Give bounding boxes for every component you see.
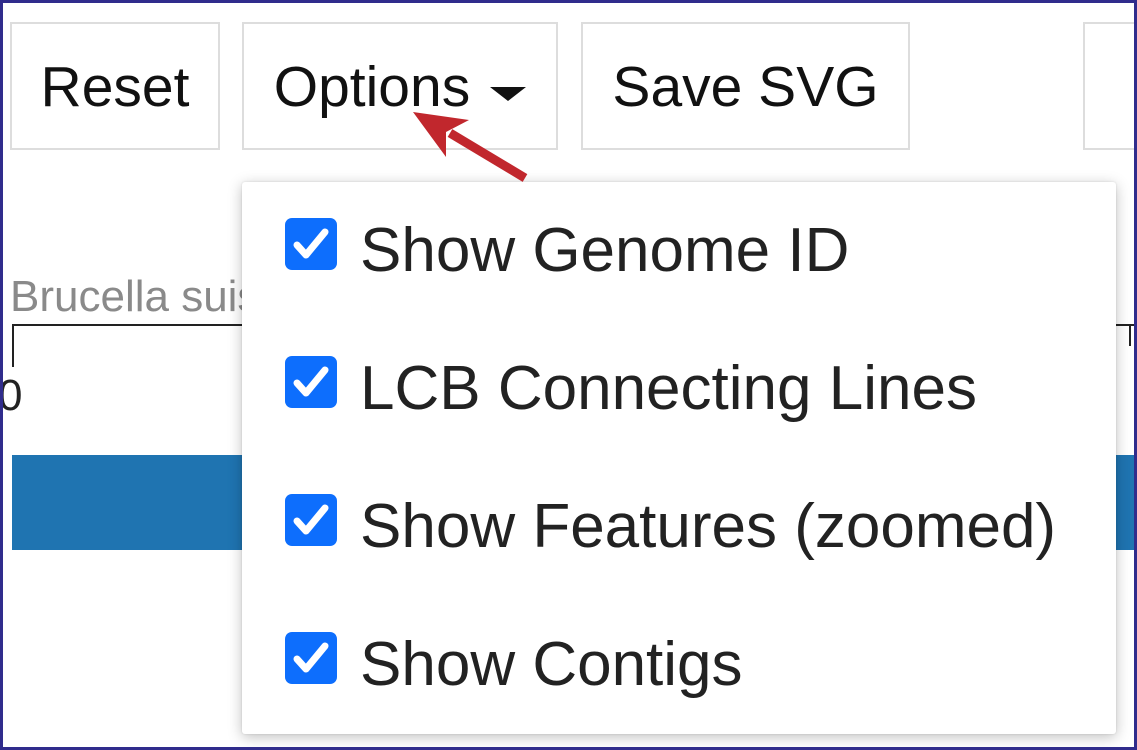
save-svg-button-label: Save SVG	[612, 54, 879, 119]
show-features-zoomed-checkbox[interactable]	[285, 494, 337, 546]
genome-label: Brucella suis	[10, 272, 260, 321]
reset-button[interactable]: Reset	[10, 22, 220, 150]
menu-item-label: Show Features (zoomed)	[360, 492, 1057, 561]
axis-tick-label-wrapper: 0	[0, 374, 30, 422]
menu-item-show-contigs[interactable]: Show Contigs	[242, 596, 1116, 734]
axis-tick	[1129, 324, 1131, 346]
options-dropdown-menu: Show Genome ID LCB Connecting Lines Show…	[242, 182, 1116, 734]
lcb-connecting-lines-checkbox[interactable]	[285, 356, 337, 408]
options-button-label: Options	[273, 54, 471, 119]
save-svg-button[interactable]: Save SVG	[581, 22, 910, 150]
menu-item-label: Show Contigs	[360, 630, 743, 699]
menu-item-show-features-zoomed[interactable]: Show Features (zoomed)	[242, 458, 1116, 596]
options-dropdown-button[interactable]: Options	[242, 22, 558, 150]
axis-tick	[12, 324, 14, 367]
menu-item-show-genome-id[interactable]: Show Genome ID	[242, 182, 1116, 320]
menu-item-label: Show Genome ID	[360, 216, 850, 285]
axis-tick-label: 0	[0, 374, 23, 420]
checkmark-icon	[293, 642, 329, 673]
reset-button-label: Reset	[40, 54, 190, 119]
show-genome-id-checkbox[interactable]	[285, 218, 337, 270]
checkmark-icon	[293, 504, 329, 535]
caret-down-icon	[490, 87, 527, 101]
menu-item-lcb-connecting-lines[interactable]: LCB Connecting Lines	[242, 320, 1116, 458]
checkmark-icon	[293, 228, 329, 259]
toolbar-button-partial[interactable]	[1083, 22, 1137, 150]
menu-item-label: LCB Connecting Lines	[360, 354, 977, 423]
checkmark-icon	[293, 366, 329, 397]
show-contigs-checkbox[interactable]	[285, 632, 337, 684]
